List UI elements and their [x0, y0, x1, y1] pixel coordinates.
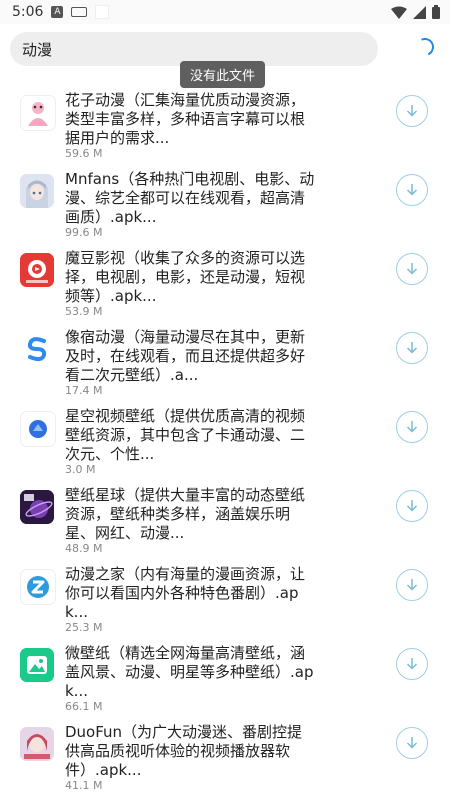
item-size: 59.6 M: [65, 147, 103, 160]
result-list: 花子动漫（汇集海量优质动漫资源，类型丰富多样，多种语言字幕可以根据用户的需求..…: [0, 84, 450, 795]
download-button[interactable]: [396, 648, 428, 680]
download-icon: [406, 105, 418, 117]
download-button[interactable]: [396, 174, 428, 206]
item-title: 像宿动漫（海量动漫尽在其中，更新及时，在线观看，而且还提供超多好看二次元壁纸）.…: [65, 328, 306, 384]
list-item[interactable]: 星空视频壁纸（提供优质高清的视频壁纸资源，其中包含了卡通动漫、二次元、个性...…: [0, 400, 450, 479]
download-icon: [406, 263, 418, 275]
download-icon: [406, 579, 418, 591]
duofun-app-icon: [20, 727, 54, 761]
item-title: 星空视频壁纸（提供优质高清的视频壁纸资源，其中包含了卡通动漫、二次元、个性...: [65, 407, 306, 463]
xiangsu-anime-app-icon: [20, 332, 54, 366]
download-button[interactable]: [396, 411, 428, 443]
download-icon: [406, 342, 418, 354]
item-size: 53.9 M: [65, 305, 103, 318]
status-bar: 5:06 A: [0, 0, 450, 24]
notification-blank-icon: [95, 5, 110, 19]
notification-a-icon: A: [51, 6, 64, 18]
wei-wallpaper-app-icon: [20, 648, 54, 682]
mnfans-app-icon: [20, 174, 54, 208]
list-item[interactable]: 像宿动漫（海量动漫尽在其中，更新及时，在线观看，而且还提供超多好看二次元壁纸）.…: [0, 321, 450, 400]
download-icon: [406, 500, 418, 512]
list-item[interactable]: 微壁纸（精选全网海量高清壁纸，涵盖风景、动漫、明星等多种壁纸）.apk... 6…: [0, 637, 450, 716]
download-icon: [406, 421, 418, 433]
download-button[interactable]: [396, 253, 428, 285]
item-title: 壁纸星球（提供大量丰富的动态壁纸资源，壁纸种类多样，涵盖娱乐明星、网红、动漫..…: [65, 486, 306, 542]
item-size: 99.6 M: [65, 226, 103, 239]
item-size: 17.4 M: [65, 384, 103, 397]
loading-spinner-icon: [413, 35, 437, 59]
list-item[interactable]: Mnfans（各种热门电视剧、电影、动漫、综艺全都可以在线观看，超高清画质）.a…: [0, 163, 450, 242]
wifi-icon: [391, 6, 407, 19]
download-icon: [406, 737, 418, 749]
list-item[interactable]: DuoFun（为广大动漫迷、番剧控提供高品质视听体验的视频播放器软件）.apk.…: [0, 716, 450, 795]
toast-message: 没有此文件: [180, 61, 266, 88]
item-size: 66.1 M: [65, 700, 103, 713]
item-title: Mnfans（各种热门电视剧、电影、动漫、综艺全都可以在线观看，超高清画质）.a…: [65, 170, 315, 226]
download-icon: [406, 658, 418, 670]
download-icon: [406, 184, 418, 196]
item-title: 微壁纸（精选全网海量高清壁纸，涵盖风景、动漫、明星等多种壁纸）.apk...: [65, 644, 314, 700]
item-size: 25.3 M: [65, 621, 103, 634]
status-time: 5:06: [12, 4, 44, 20]
status-left: 5:06 A: [12, 4, 110, 20]
wallpaper-planet-app-icon: [20, 490, 54, 524]
item-title: 魔豆影视（收集了众多的资源可以选择，电视剧，电影，还是动漫，短视频等）.apk.…: [65, 249, 306, 305]
download-button[interactable]: [396, 490, 428, 522]
download-button[interactable]: [396, 727, 428, 759]
status-right: [391, 5, 440, 19]
hanazi-anime-app-icon: [20, 95, 56, 131]
dmzj-app-icon: [20, 569, 56, 605]
list-item[interactable]: 魔豆影视（收集了众多的资源可以选择，电视剧，电影，还是动漫，短视频等）.apk.…: [0, 242, 450, 321]
battery-icon: [432, 5, 440, 19]
modou-video-app-icon: [20, 253, 54, 287]
list-item[interactable]: 动漫之家（内有海量的漫画资源，让你可以看国内外各种特色番剧）.apk... 25…: [0, 558, 450, 637]
item-size: 3.0 M: [65, 463, 96, 476]
download-button[interactable]: [396, 95, 428, 127]
item-title: 动漫之家（内有海量的漫画资源，让你可以看国内外各种特色番剧）.apk...: [65, 565, 306, 621]
item-title: 花子动漫（汇集海量优质动漫资源，类型丰富多样，多种语言字幕可以根据用户的需求..…: [65, 91, 306, 147]
starry-wallpaper-app-icon: [20, 411, 56, 447]
item-size: 41.1 M: [65, 779, 103, 792]
download-button[interactable]: [396, 569, 428, 601]
signal-icon: [413, 5, 426, 19]
search-query: 动漫: [22, 40, 53, 59]
download-button[interactable]: [396, 332, 428, 364]
list-item[interactable]: 壁纸星球（提供大量丰富的动态壁纸资源，壁纸种类多样，涵盖娱乐明星、网红、动漫..…: [0, 479, 450, 558]
item-size: 48.9 M: [65, 542, 103, 555]
keyboard-icon: [71, 7, 88, 17]
list-item[interactable]: 花子动漫（汇集海量优质动漫资源，类型丰富多样，多种语言字幕可以根据用户的需求..…: [0, 84, 450, 163]
item-title: DuoFun（为广大动漫迷、番剧控提供高品质视听体验的视频播放器软件）.apk.…: [65, 723, 303, 779]
